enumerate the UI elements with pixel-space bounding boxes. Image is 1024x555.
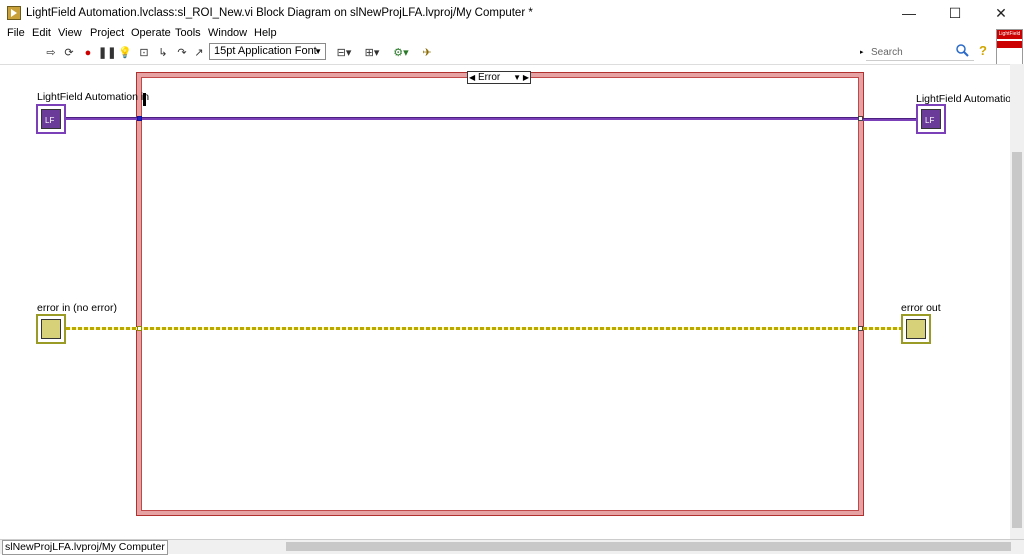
step-into-icon[interactable]: ↳: [156, 46, 170, 60]
lf-in-terminal[interactable]: [36, 104, 66, 134]
error-in-terminal[interactable]: [36, 314, 66, 344]
menu-project[interactable]: Project: [90, 27, 124, 39]
font-dropdown-value: 15pt Application Font: [214, 45, 317, 57]
menu-bar: File Edit View Project Operate Tools Win…: [0, 26, 1024, 41]
minimize-button[interactable]: —: [886, 0, 932, 26]
lf-wire-out[interactable]: [863, 118, 917, 121]
vi-icon-stripe-white: [997, 47, 1022, 54]
menu-view[interactable]: View: [58, 27, 82, 39]
run-continuously-icon[interactable]: ⟳: [62, 46, 76, 60]
horizontal-scroll-thumb[interactable]: [286, 542, 1011, 551]
window-title: LightField Automation.lvclass:sl_ROI_New…: [26, 7, 533, 19]
bottom-bar: slNewProjLFA.lvproj/My Computer: [0, 539, 1024, 555]
lightfield-class-icon: [921, 109, 941, 129]
text-cursor: [143, 93, 146, 106]
error-output-tunnel[interactable]: [858, 326, 863, 331]
step-over-icon[interactable]: ↷: [175, 46, 189, 60]
search-icon[interactable]: [955, 43, 969, 57]
error-cluster-icon: [41, 319, 61, 339]
menu-file[interactable]: File: [7, 27, 25, 39]
chevron-down-icon: ▼: [314, 47, 322, 56]
lf-out-terminal[interactable]: [916, 104, 946, 134]
error-wire-in[interactable]: [66, 327, 860, 330]
error-input-tunnel[interactable]: [137, 326, 142, 331]
lf-wire-in[interactable]: [66, 117, 860, 120]
context-help-icon[interactable]: ?: [979, 43, 993, 59]
menu-operate[interactable]: Operate: [131, 27, 171, 39]
close-button[interactable]: ✕: [978, 0, 1024, 26]
lf-output-tunnel[interactable]: [858, 116, 863, 121]
menu-help[interactable]: Help: [254, 27, 277, 39]
vertical-scroll-thumb[interactable]: [1012, 152, 1022, 528]
distribute-objects-icon[interactable]: ⊞▾: [361, 46, 383, 60]
error-out-label: error out: [901, 302, 941, 314]
vi-icon-label: LightField: [997, 30, 1022, 39]
chevron-down-icon[interactable]: ▼: [513, 72, 521, 83]
search-arrow-icon: ▸: [860, 49, 864, 56]
menu-edit[interactable]: Edit: [32, 27, 51, 39]
maximize-button[interactable]: ☐: [932, 0, 978, 26]
highlight-execution-icon[interactable]: 💡: [118, 46, 132, 60]
lf-input-tunnel[interactable]: [137, 116, 142, 121]
error-cluster-icon: [906, 319, 926, 339]
run-arrow-icon[interactable]: ⇨: [44, 46, 58, 60]
retain-wire-values-icon[interactable]: ⊡: [137, 46, 151, 60]
error-in-label: error in (no error): [37, 302, 117, 314]
vertical-scrollbar[interactable]: [1010, 64, 1024, 540]
clean-up-diagram-icon[interactable]: ✈: [420, 46, 434, 60]
case-selector-value: Error: [478, 72, 501, 83]
align-objects-icon[interactable]: ⊟▾: [333, 46, 355, 60]
vi-icon[interactable]: LightField: [996, 29, 1023, 65]
menu-tools[interactable]: Tools: [175, 27, 201, 39]
step-out-icon[interactable]: ↗: [192, 46, 206, 60]
labview-app-icon: [7, 6, 21, 20]
case-structure[interactable]: [136, 72, 864, 516]
error-out-terminal[interactable]: [901, 314, 931, 344]
font-dropdown[interactable]: 15pt Application Font ▼: [209, 43, 326, 60]
decrement-arrow-icon[interactable]: ◀: [469, 72, 475, 83]
lightfield-class-icon: [41, 109, 61, 129]
error-wire-out[interactable]: [863, 327, 901, 330]
increment-arrow-icon[interactable]: ▶: [523, 72, 529, 83]
lf-in-label: LightField Automation in: [37, 91, 150, 103]
title-bar: LightField Automation.lvclass:sl_ROI_New…: [0, 0, 1024, 26]
pause-icon[interactable]: ❚❚: [98, 46, 116, 60]
reorder-icon[interactable]: ⚙▾: [390, 46, 412, 60]
case-selector[interactable]: ◀ Error ▼ ▶: [467, 71, 531, 84]
abort-icon[interactable]: ●: [81, 46, 95, 60]
menu-window[interactable]: Window: [208, 27, 247, 39]
